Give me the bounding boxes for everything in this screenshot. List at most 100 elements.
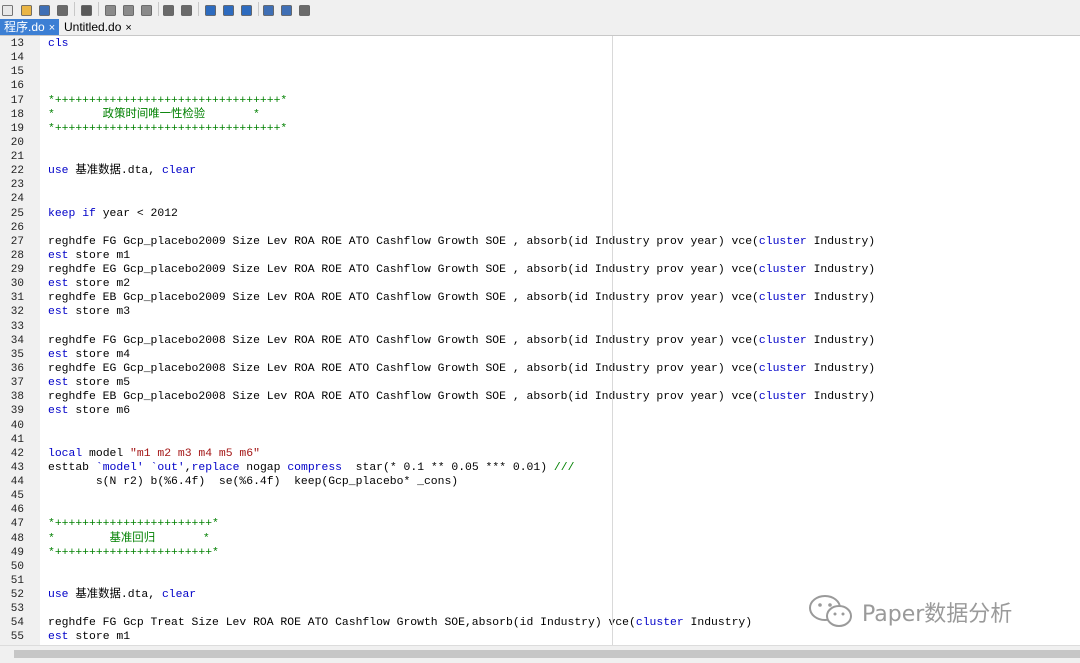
line-number: 25	[10, 207, 24, 220]
code-line[interactable]: 16	[0, 79, 1080, 93]
code-line[interactable]: 32 est store m3	[0, 305, 1080, 319]
code-line[interactable]: 41	[0, 433, 1080, 447]
kw-token: est	[48, 278, 69, 291]
cmt-token: ///	[553, 461, 575, 474]
code-line[interactable]: 29 reghdfe EG Gcp_placebo2009 Size Lev RO…	[0, 263, 1080, 277]
code-line[interactable]: 42 local model "m1 m2 m3 m4 m5 m6"	[0, 447, 1080, 461]
find-icon[interactable]	[80, 2, 93, 16]
code-line[interactable]: 20	[0, 136, 1080, 150]
text-token: reghdfe FG Gcp_placebo2008 Size Lev ROA …	[48, 334, 759, 347]
kw-token: use	[48, 165, 69, 178]
code-line[interactable]: 24	[0, 192, 1080, 206]
cut-icon[interactable]	[104, 2, 117, 16]
code-line[interactable]: 47 *+++++++++++++++++++++++*	[0, 517, 1080, 531]
save-icon[interactable]	[38, 2, 51, 16]
code-line[interactable]: 49 *+++++++++++++++++++++++*	[0, 546, 1080, 560]
code-line[interactable]: 28 est store m1	[0, 249, 1080, 263]
code-line[interactable]: 34 reghdfe FG Gcp_placebo2008 Size Lev RO…	[0, 334, 1080, 348]
paste-icon[interactable]	[140, 2, 153, 16]
code-line[interactable]: 19 *+++++++++++++++++++++++++++++++++*	[0, 122, 1080, 136]
code-line[interactable]: 46	[0, 503, 1080, 517]
line-number: 53	[10, 603, 24, 616]
code-line[interactable]: 33	[0, 320, 1080, 334]
tab-label: Untitled.do	[64, 20, 122, 34]
code-text: * 政策时间唯一性检验 *	[48, 108, 260, 122]
close-icon[interactable]: ×	[49, 22, 55, 34]
code-line[interactable]: 51	[0, 574, 1080, 588]
code-line[interactable]: 55 est store m1	[0, 630, 1080, 644]
code-text: reghdfe EG Gcp_placebo2008 Size Lev ROA …	[48, 362, 875, 376]
code-line[interactable]: 40	[0, 419, 1080, 433]
code-line[interactable]: 35 est store m4	[0, 348, 1080, 362]
redo-icon[interactable]	[180, 2, 193, 16]
code-line[interactable]: 30 est store m2	[0, 277, 1080, 291]
code-line[interactable]: 26	[0, 221, 1080, 235]
code-line[interactable]: 50	[0, 560, 1080, 574]
execute-icon[interactable]	[262, 2, 275, 16]
scrollbar-thumb[interactable]	[14, 650, 1080, 658]
code-line[interactable]: 38 reghdfe EB Gcp_placebo2008 Size Lev RO…	[0, 390, 1080, 404]
text-token: s(N r2) b(%6.4f) se(%6.4f) keep(Gcp_plac…	[48, 476, 459, 489]
code-line[interactable]: 36 reghdfe EG Gcp_placebo2008 Size Lev RO…	[0, 362, 1080, 376]
kw-token: cluster	[758, 264, 807, 277]
more-icon[interactable]	[298, 2, 311, 16]
code-text: keep if year < 2012	[48, 207, 178, 221]
copy-icon[interactable]	[122, 2, 135, 16]
code-line[interactable]: 25 keep if year < 2012	[0, 207, 1080, 221]
code-line[interactable]: 23	[0, 178, 1080, 192]
run-icon[interactable]	[280, 2, 293, 16]
open-file-icon[interactable]	[20, 2, 33, 16]
code-line[interactable]: 43 esttab `model' `out',replace nogap com…	[0, 461, 1080, 475]
code-line[interactable]: 48 * 基准回归 *	[0, 532, 1080, 546]
horizontal-scrollbar[interactable]	[0, 645, 1080, 663]
code-line[interactable]: 39 est store m6	[0, 404, 1080, 418]
kw-token: if	[82, 207, 96, 220]
bookmark-up-icon[interactable]	[222, 2, 235, 16]
code-line[interactable]: 37 est store m5	[0, 376, 1080, 390]
tab-program-do[interactable]: 程序.do ×	[0, 19, 60, 35]
code-line[interactable]: 15	[0, 65, 1080, 79]
line-number: 55	[10, 631, 24, 644]
code-line[interactable]: 44 s(N r2) b(%6.4f) se(%6.4f) keep(Gcp_p…	[0, 475, 1080, 489]
text-token: reghdfe EB Gcp_placebo2008 Size Lev ROA …	[48, 391, 759, 404]
code-line[interactable]: 18 * 政策时间唯一性检验 *	[0, 108, 1080, 122]
tab-untitled-do[interactable]: Untitled.do ×	[60, 19, 136, 35]
line-number: 50	[10, 560, 24, 573]
edge-line	[612, 36, 613, 645]
cmt-token: *+++++++++++++++++++++++++++++++++*	[48, 122, 288, 135]
text-token: store m3	[68, 306, 131, 319]
text-token: Industry)	[806, 362, 876, 375]
text-token: Industry)	[806, 235, 876, 248]
text-token: 基准数据.dta,	[68, 589, 162, 602]
print-icon[interactable]	[56, 2, 69, 16]
new-file-icon[interactable]	[1, 2, 14, 16]
code-editor[interactable]: 13 cls 14 15 16 17 *++++++++++++++++++++++++++…	[0, 36, 1080, 645]
code-line[interactable]: 45	[0, 489, 1080, 503]
line-number: 28	[10, 249, 24, 262]
code-line[interactable]: 31 reghdfe EB Gcp_placebo2009 Size Lev RO…	[0, 291, 1080, 305]
line-number: 38	[10, 391, 24, 404]
code-line[interactable]: 21	[0, 150, 1080, 164]
line-number: 49	[10, 546, 24, 559]
bookmark-down-icon[interactable]	[240, 2, 253, 16]
close-icon[interactable]: ×	[125, 22, 131, 34]
indent-icon[interactable]	[204, 2, 217, 16]
cmt-token: *+++++++++++++++++++++++++++++++++*	[48, 94, 288, 107]
code-line[interactable]: 22 use 基准数据.dta, clear	[0, 164, 1080, 178]
code-line[interactable]: 14	[0, 51, 1080, 65]
code-text: *+++++++++++++++++++++++*	[48, 517, 219, 531]
code-text: est store m1	[48, 249, 130, 263]
undo-icon[interactable]	[162, 2, 175, 16]
code-line[interactable]: 27 reghdfe FG Gcp_placebo2009 Size Lev RO…	[0, 235, 1080, 249]
line-number: 13	[10, 38, 24, 50]
line-number: 46	[10, 504, 24, 517]
code-text: est store m5	[48, 376, 130, 390]
code-line[interactable]: 13 cls	[0, 37, 1080, 51]
code-text: est store m4	[48, 348, 130, 362]
code-line[interactable]: 17 *+++++++++++++++++++++++++++++++++*	[0, 94, 1080, 108]
toolbar-separator	[198, 2, 199, 16]
line-number: 16	[10, 80, 24, 93]
kw-token: compress	[287, 461, 342, 474]
code-text: reghdfe FG Gcp_placebo2009 Size Lev ROA …	[48, 235, 875, 249]
